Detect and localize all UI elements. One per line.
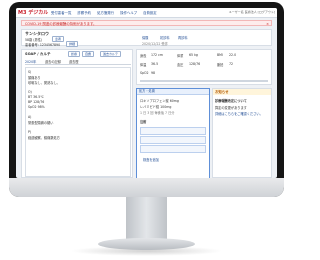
vital-value[interactable]: 72 (229, 62, 233, 66)
soap-line: 経過観察、鎮痛薬処方 (28, 136, 60, 140)
tab-past[interactable]: 過去の記録 (45, 59, 61, 64)
history-button[interactable]: 過去カルテ (100, 51, 122, 57)
alert-banner: COVID-19 関連の診療報酬の特例があります。 × (21, 20, 272, 26)
main-nav: 受付患者一覧 診察予約 処方箋発行 操作ヘルプ 自費設定 (51, 10, 162, 15)
orders-section: 注射 (140, 120, 147, 124)
vital-value[interactable]: 172 cm (151, 53, 163, 57)
visit-date: 2020/12/22 受診 (142, 42, 168, 46)
monitor-chin (9, 178, 284, 197)
record-detail-button[interactable]: 詳細 (66, 41, 79, 47)
order-button[interactable]: 検査を追加 (140, 145, 206, 162)
nav-item-settings[interactable]: 自費設定 (143, 11, 157, 15)
app-logo[interactable]: M3 デジカル (18, 9, 48, 16)
vital-value[interactable]: 65 kg (189, 53, 198, 57)
order-button[interactable]: 処方を追加 (140, 127, 206, 144)
order-item[interactable]: レバミピド錠 100mg (140, 104, 171, 109)
vital-label: BMI (217, 53, 223, 57)
monitor-base (98, 238, 195, 250)
vital-label: 身長 (140, 54, 147, 58)
app-header: M3 デジカル 受付患者一覧 診察予約 処方箋発行 操作ヘルプ 自費設定 ユーザ… (16, 8, 277, 18)
nav-item-patients[interactable]: 受付患者一覧 (51, 11, 71, 15)
alert-text: COVID-19 関連の診療報酬の特例があります。 (25, 22, 97, 26)
user-menu[interactable]: ユーザー名 医療法人 [ログアウト] (229, 10, 275, 14)
revisit-link[interactable]: 再診料 (178, 35, 188, 40)
monitor-screen: M3 デジカル 受付患者一覧 診察予約 処方箋発行 操作ヘルプ 自費設定 ユーザ… (16, 8, 277, 178)
vital-value[interactable]: 128/76 (189, 62, 200, 66)
nav-item-help[interactable]: 操作ヘルプ (120, 11, 137, 15)
soap-mode[interactable]: 自費 (82, 51, 95, 57)
order-item: 1 日 3 回 毎食後 7 日分 (140, 111, 175, 115)
divider (140, 80, 268, 82)
notice-subtitle: 診療報酬改定について (215, 99, 247, 103)
orders-title: 処方・処置 (137, 89, 209, 95)
notice-line: 算定の変更があります (215, 106, 247, 110)
vitals-panel: 身長 172 cm 体重 65 kg BMI 22.0 体温 36.5 血圧 1… (136, 49, 272, 85)
vital-label: 血圧 (177, 63, 184, 67)
vital-label: 脈拍 (217, 63, 224, 67)
vital-label: 体温 (140, 63, 147, 67)
order-item[interactable]: ロキソプロフェン錠 60mg (140, 98, 179, 103)
orders-card: 処方・処置 ロキソプロフェン錠 60mg レバミピド錠 100mg 1 日 3 … (136, 88, 210, 178)
patient-record-number: 患者番号: 1234567890 (25, 43, 61, 47)
vital-value[interactable]: 22.0 (229, 53, 236, 57)
nav-item-prescription[interactable]: 処方箋発行 (97, 11, 114, 15)
vital-label: 体重 (177, 54, 184, 58)
notice-link[interactable]: 詳細はこちらをご確認ください。 (215, 111, 263, 116)
vital-value[interactable]: 98 (151, 71, 155, 75)
soap-panel: SOAP / カルテ 診療 自費 過去カルテ 2020年 過去の記録 過去歴 S… (21, 49, 133, 178)
notice-panel: お知らせ 診療報酬改定について 算定の変更があります 詳細はこちらをご確認くださ… (212, 88, 272, 178)
first-visit-link[interactable]: 初診料 (160, 35, 170, 40)
patient-panel: サンシタロウ 58歳 (男性) 患者 患者番号: 1234567890 詳細 保… (21, 29, 272, 47)
nav-item-reservation[interactable]: 診察予約 (77, 11, 91, 15)
soap-title: SOAP / カルテ (25, 52, 51, 56)
tab-history[interactable]: 過去歴 (69, 59, 79, 64)
order-button[interactable]: 処置を追加 (140, 136, 206, 153)
soap-toggle[interactable]: 診療 (68, 51, 81, 57)
vital-value[interactable]: 36.5 (151, 62, 158, 66)
soap-tabs: 2020年 過去の記録 過去歴 (25, 59, 131, 65)
close-icon[interactable]: × (266, 21, 269, 27)
tab-current[interactable]: 2020年 (25, 59, 36, 64)
soap-editor[interactable]: S) 頭痛あり 咳嗽なし、発熱なし。 O) BT 36.5℃ BP 128/76… (25, 67, 131, 177)
notice-title: お知らせ (213, 89, 271, 95)
soap-body: S) 頭痛あり 咳嗽なし、発熱なし。 O) BT 36.5℃ BP 128/76… (28, 70, 128, 140)
order-button-label: 検査を追加 (143, 158, 159, 162)
monitor-stand (126, 197, 167, 243)
vital-label: SpO2 (140, 71, 149, 75)
insurance-link[interactable]: 保険 (142, 35, 148, 40)
